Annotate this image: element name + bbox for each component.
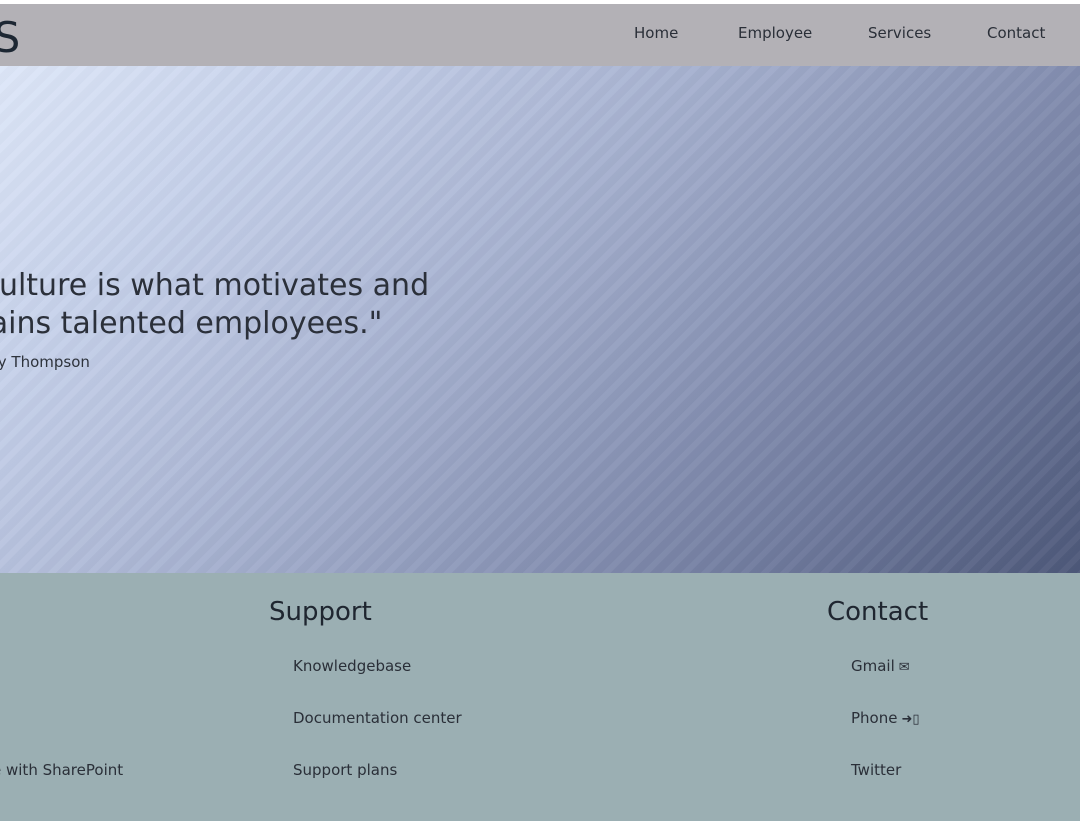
- footer-link-gmail[interactable]: Gmail ✉: [851, 657, 910, 675]
- gmail-label: Gmail: [851, 657, 895, 675]
- quote-author: tty Thompson: [0, 353, 90, 371]
- phone-label: Phone: [851, 709, 898, 727]
- footer-link-phone[interactable]: Phone ➜▯: [851, 709, 920, 727]
- phone-icon: ➜▯: [901, 712, 920, 727]
- footer-link-documentation[interactable]: Documentation center: [293, 709, 462, 727]
- site-header: SS Home Employee Services Contact: [0, 4, 1080, 66]
- quote-line-2: tains talented employees.": [0, 306, 383, 341]
- envelope-icon: ✉: [898, 660, 910, 675]
- site-footer: e with SharePoint Support Knowledgebase …: [0, 573, 1080, 821]
- main-nav: Home Employee Services Contact: [0, 4, 1080, 66]
- quote-line-1: Culture is what motivates and: [0, 268, 430, 303]
- footer-link-support-plans[interactable]: Support plans: [293, 761, 397, 779]
- nav-contact[interactable]: Contact: [987, 24, 1045, 42]
- contact-title: Contact: [827, 597, 929, 627]
- hero-quote: Culture is what motivates and tains tale…: [0, 267, 429, 343]
- support-title: Support: [269, 597, 372, 627]
- nav-services[interactable]: Services: [868, 24, 931, 42]
- footer-link-twitter[interactable]: Twitter: [851, 761, 901, 779]
- nav-employee[interactable]: Employee: [738, 24, 812, 42]
- footer-link-knowledgebase[interactable]: Knowledgebase: [293, 657, 411, 675]
- footer-link-sharepoint[interactable]: e with SharePoint: [0, 761, 123, 779]
- nav-home[interactable]: Home: [634, 24, 678, 42]
- hero-banner: Culture is what motivates and tains tale…: [0, 66, 1080, 573]
